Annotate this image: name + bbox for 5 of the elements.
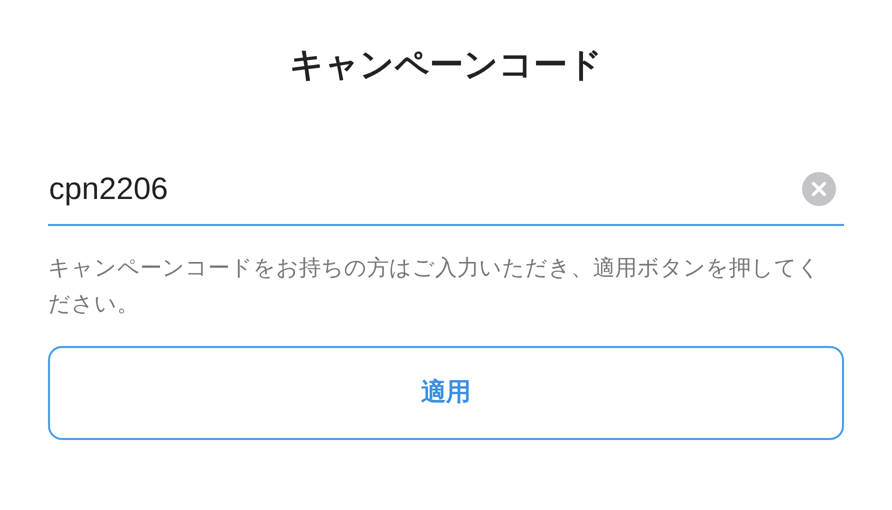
- code-field[interactable]: cpn2206: [48, 154, 844, 226]
- code-input[interactable]: cpn2206: [48, 166, 802, 212]
- page-title: キャンペーンコード: [290, 45, 602, 86]
- help-text: キャンペーンコードをお持ちの方はご入力いただき、適用ボタンを押してください。: [48, 254, 821, 318]
- clear-icon[interactable]: [802, 172, 836, 206]
